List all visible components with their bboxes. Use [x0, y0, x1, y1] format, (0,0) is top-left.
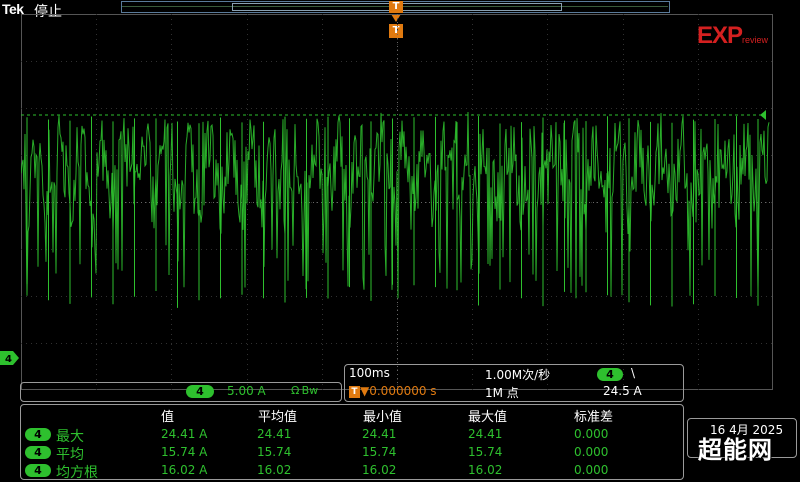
measurement-row-max[interactable]: 4 最大 24.41 A 24.41 24.41 24.41 0.000	[21, 426, 683, 445]
timebase-trigger-panel[interactable]: 100ms 1.00M次/秒 T ▼0.000000 s 1M 点 4 \ 24.…	[344, 364, 684, 402]
sample-rate: 1.00M次/秒	[485, 368, 551, 382]
measurement-channel-badge: 4	[25, 446, 51, 459]
trigger-source-badge[interactable]: 4	[597, 368, 623, 381]
measurement-std-dev: 0.000	[574, 463, 609, 477]
channel-scale[interactable]: 5.00 A	[227, 384, 266, 398]
measurement-std-dev: 0.000	[574, 427, 609, 441]
trigger-icon: T	[349, 385, 360, 398]
measurement-max: 15.74	[468, 445, 503, 459]
logo-main: EXP	[697, 22, 743, 49]
measurement-min: 16.02	[362, 463, 397, 477]
measurement-mean: 15.74	[257, 445, 292, 459]
measurement-channel-badge: 4	[25, 464, 51, 477]
measurement-value: 24.41 A	[161, 427, 208, 441]
watermark: 超能网	[698, 436, 773, 464]
trigger-position-value: ▼0.000000 s	[360, 384, 437, 398]
measurement-row-rms[interactable]: 4 均方根 16.02 A 16.02 16.02 16.02 0.000	[21, 462, 683, 481]
measurement-min: 24.41	[362, 427, 397, 441]
measurement-std-dev: 0.000	[574, 445, 609, 459]
logo-sub: review	[742, 35, 769, 45]
channel-4-ground-marker[interactable]: 4	[0, 351, 19, 365]
measurement-max: 24.41	[468, 427, 503, 441]
measurements-panel[interactable]: 值 平均值 最小值 最大值 标准差 4 最大 24.41 A 24.41 24.…	[20, 404, 684, 481]
measurement-max: 16.02	[468, 463, 503, 477]
header-max: 最大值	[468, 410, 508, 425]
record-length: 1M 点	[485, 386, 519, 400]
header-mean: 平均值	[258, 410, 298, 425]
header-value: 值	[161, 410, 175, 425]
header-std-dev: 标准差	[574, 410, 614, 425]
channel-4-marker-label: 4	[5, 354, 12, 365]
measurement-mean: 16.02	[257, 463, 292, 477]
header-min: 最小值	[363, 410, 403, 425]
trigger-level[interactable]: 24.5 A	[603, 384, 642, 398]
measurement-label: 均方根	[56, 465, 98, 481]
measurement-label: 平均	[56, 447, 84, 463]
exp-review-logo: EXPreview	[697, 22, 768, 50]
trigger-position[interactable]: T ▼0.000000 s	[349, 384, 437, 398]
measurement-value: 16.02 A	[161, 463, 208, 477]
waveform-display[interactable]	[21, 14, 773, 390]
measurement-value: 15.74 A	[161, 445, 208, 459]
waveform-trace	[21, 111, 770, 299]
channel-4-trace	[21, 111, 770, 308]
channel-settings-bar[interactable]: 4 5.00 A Ω Bw	[20, 382, 342, 402]
measurement-min: 15.74	[362, 445, 397, 459]
measurement-label: 最大	[56, 429, 84, 445]
channel-4-badge[interactable]: 4	[186, 385, 214, 398]
trigger-level-marker-icon[interactable]	[760, 110, 770, 120]
measurement-mean: 24.41	[257, 427, 292, 441]
measurement-channel-badge: 4	[25, 428, 51, 441]
measurement-row-mean[interactable]: 4 平均 15.74 A 15.74 15.74 15.74 0.000	[21, 444, 683, 463]
bandwidth-impedance-indicator: Ω Bw	[291, 384, 319, 397]
trigger-slope-icon[interactable]: \	[631, 366, 635, 380]
trigger-position-marker-top[interactable]: T	[389, 1, 403, 13]
time-per-division[interactable]: 100ms	[349, 366, 390, 380]
